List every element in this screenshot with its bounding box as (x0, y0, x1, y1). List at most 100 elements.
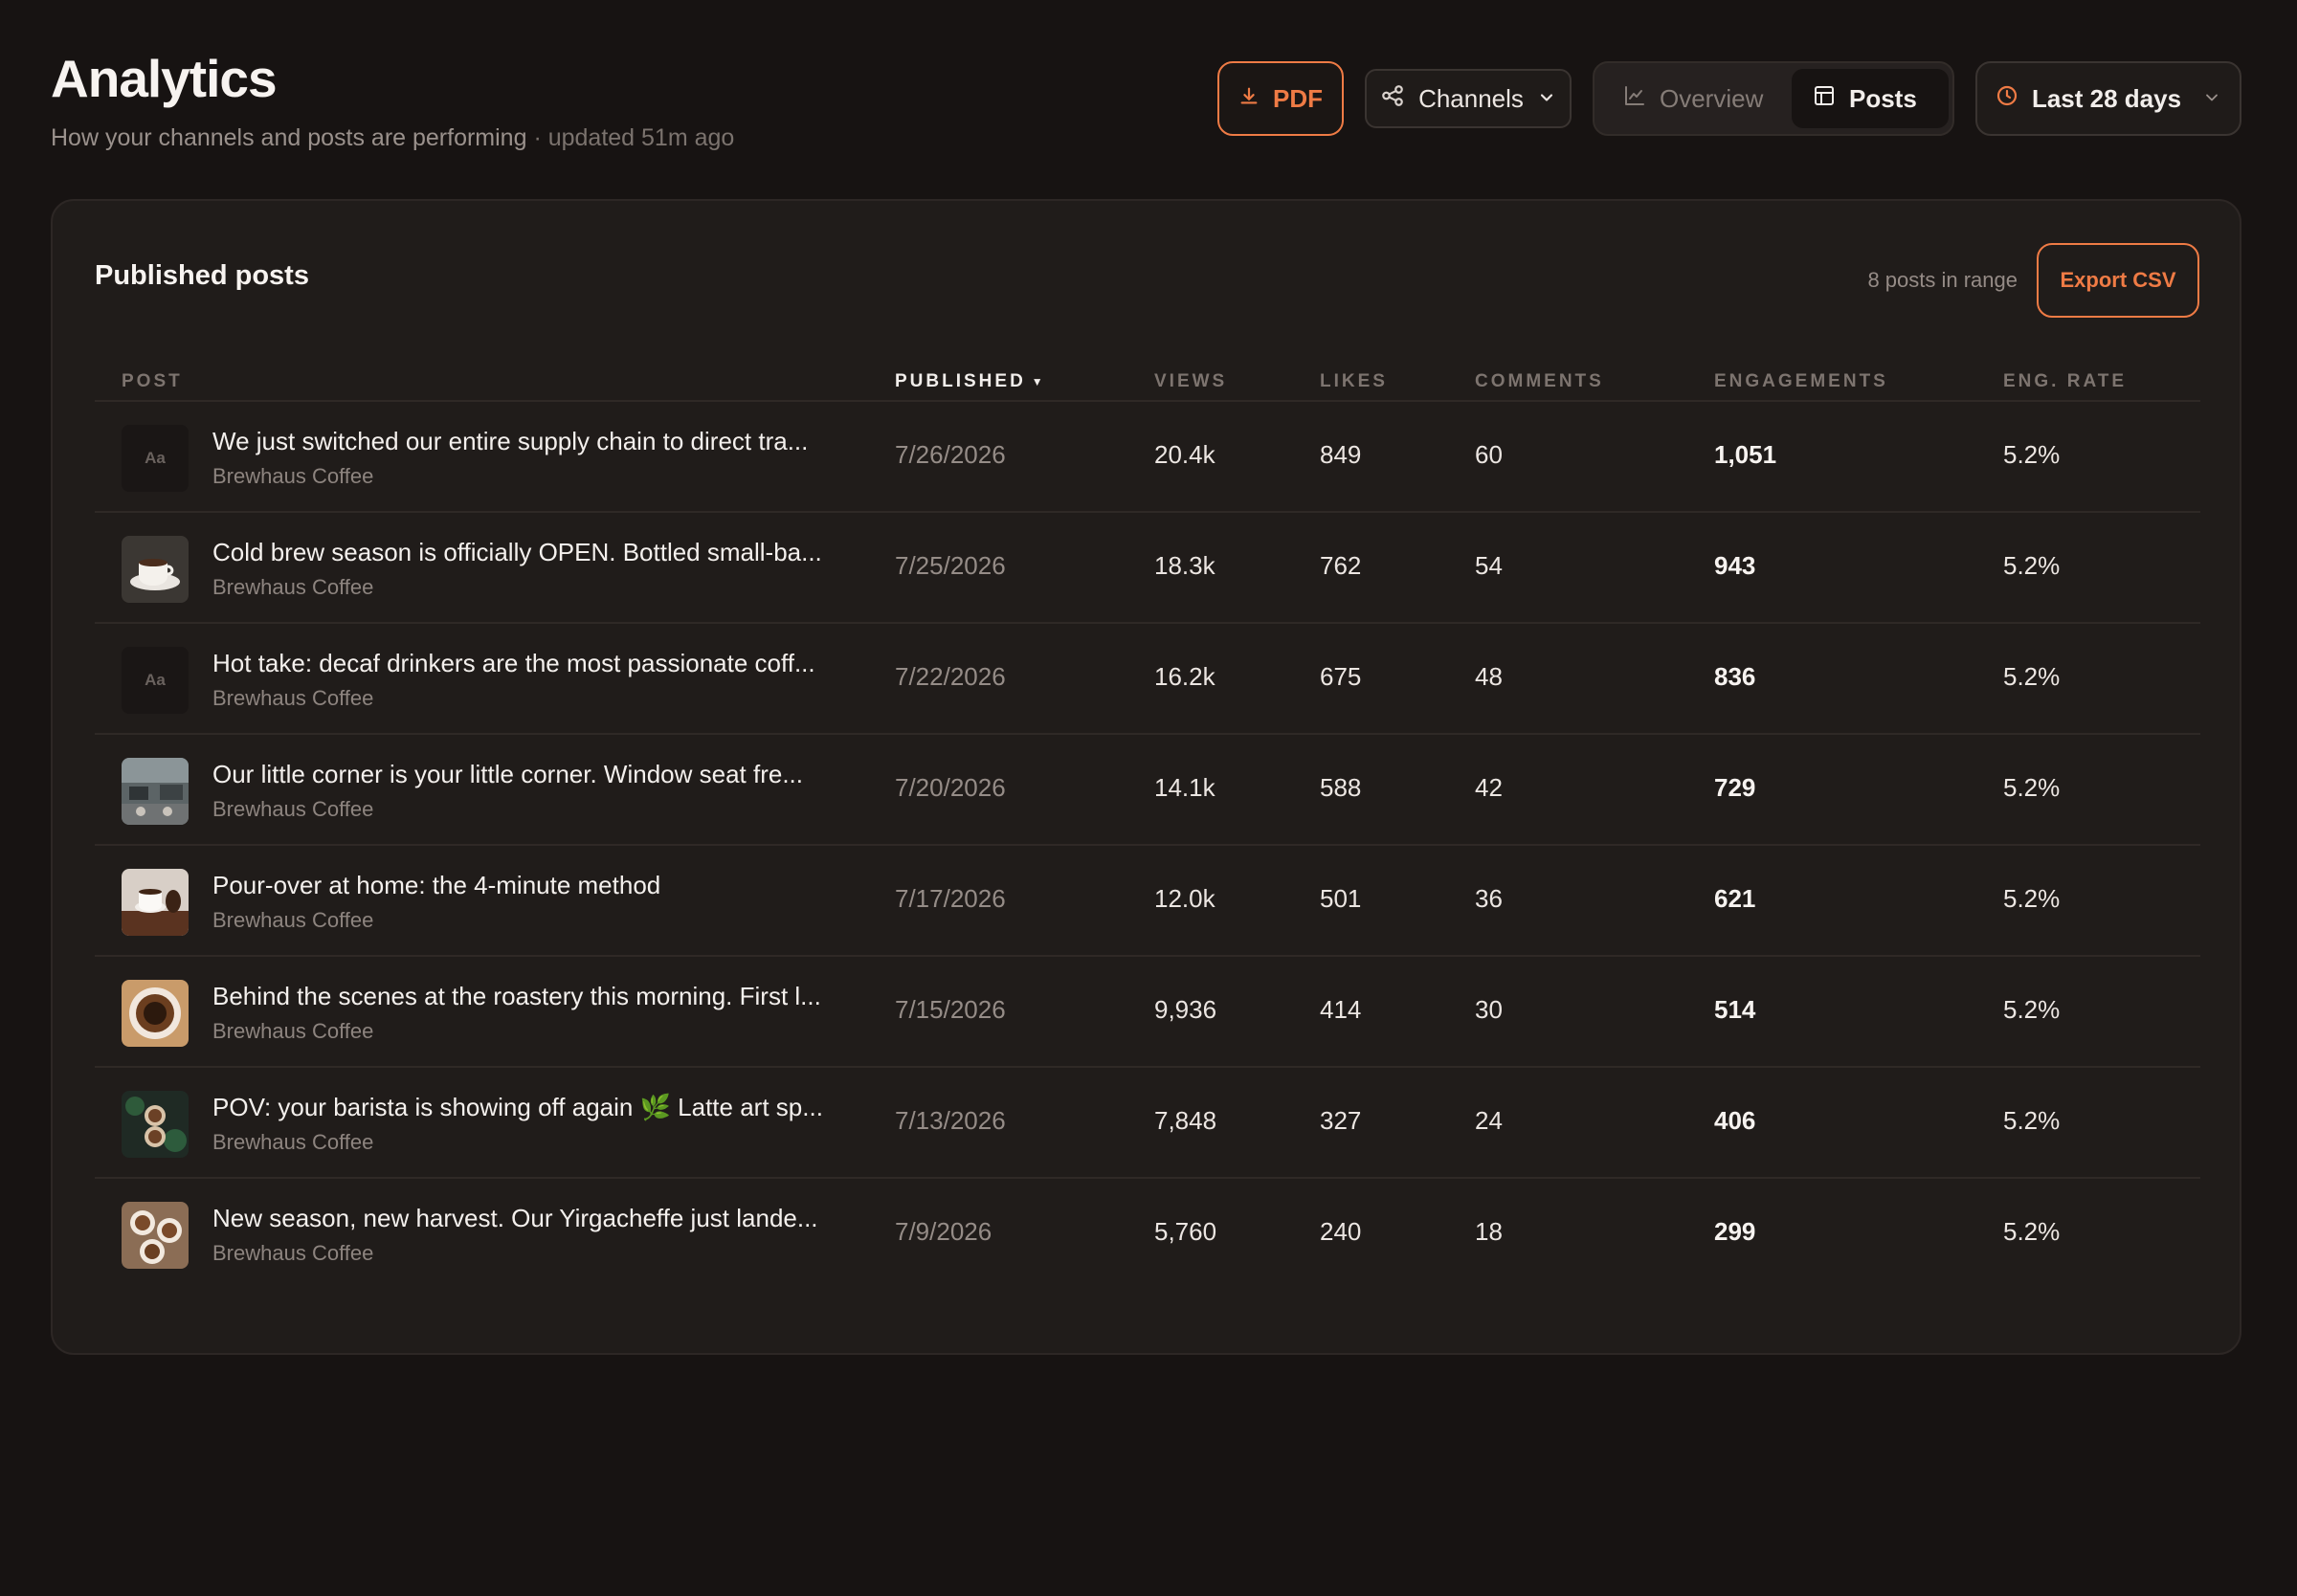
date-range-dropdown[interactable]: Last 28 days (1975, 61, 2241, 136)
table-row[interactable]: Pour-over at home: the 4-minute method B… (95, 846, 2200, 957)
clock-icon (1996, 84, 2018, 114)
channels-dropdown[interactable]: Channels (1365, 69, 1572, 128)
post-info: Behind the scenes at the roastery this m… (212, 982, 882, 1044)
post-account: Brewhaus Coffee (212, 686, 374, 710)
cell-likes: 240 (1320, 1217, 1362, 1246)
post-info: POV: your barista is showing off again 🌿… (212, 1093, 882, 1155)
post-title[interactable]: Behind the scenes at the roastery this m… (212, 982, 873, 1011)
cell-eng-rate: 5.2% (2003, 1106, 2061, 1135)
cell-published: 7/26/2026 (895, 440, 1006, 469)
export-csv-button[interactable]: Export CSV (2037, 243, 2199, 318)
post-account: Brewhaus Coffee (212, 464, 374, 488)
cell-eng-rate: 5.2% (2003, 551, 2061, 580)
cell-comments: 36 (1475, 884, 1503, 913)
cell-views: 16.2k (1154, 662, 1215, 691)
page-title: Analytics (51, 49, 278, 108)
cell-published: 7/15/2026 (895, 995, 1006, 1024)
column-header-likes: LIKES (1320, 371, 1388, 391)
channels-icon (1380, 83, 1405, 115)
post-account: Brewhaus Coffee (212, 1019, 374, 1043)
chevron-down-icon (2202, 84, 2221, 114)
column-header-comments: COMMENTS (1475, 371, 1604, 391)
column-header-published-label: PUBLISHED (895, 371, 1026, 391)
post-title[interactable]: Cold brew season is officially OPEN. Bot… (212, 538, 873, 567)
post-info: Hot take: decaf drinkers are the most pa… (212, 649, 882, 711)
channels-label: Channels (1418, 83, 1524, 113)
tab-posts[interactable]: Posts (1792, 69, 1949, 128)
table-row[interactable]: New season, new harvest. Our Yirgacheffe… (95, 1179, 2200, 1290)
cell-published: 7/22/2026 (895, 662, 1006, 691)
post-title[interactable]: Our little corner is your little corner.… (212, 760, 873, 789)
cell-views: 18.3k (1154, 551, 1215, 580)
cell-likes: 588 (1320, 773, 1362, 802)
cell-comments: 60 (1475, 440, 1503, 469)
line-chart-icon (1623, 84, 1646, 114)
column-header-published[interactable]: PUBLISHED ▼ (895, 371, 1046, 392)
date-range-label: Last 28 days (2031, 83, 2182, 113)
post-thumbnail-image (122, 980, 189, 1047)
cell-views: 12.0k (1154, 884, 1215, 913)
column-header-views: VIEWS (1154, 371, 1228, 391)
cell-comments: 18 (1475, 1217, 1503, 1246)
cell-likes: 414 (1320, 995, 1362, 1024)
cell-views: 14.1k (1154, 773, 1215, 802)
chevron-down-icon (1537, 84, 1556, 114)
cell-views: 7,848 (1154, 1106, 1217, 1135)
card-title: Published posts (95, 260, 309, 291)
cell-published: 7/25/2026 (895, 551, 1006, 580)
cell-engagements: 621 (1714, 884, 1756, 913)
text-post-thumbnail: Aa (122, 425, 189, 492)
table-row[interactable]: Behind the scenes at the roastery this m… (95, 957, 2200, 1068)
published-posts-card: Published posts 8 posts in range Export … (51, 199, 2241, 1355)
post-thumbnail-image (122, 758, 189, 825)
text-post-thumbnail: Aa (122, 647, 189, 714)
cell-published: 7/20/2026 (895, 773, 1006, 802)
cell-engagements: 406 (1714, 1106, 1756, 1135)
download-icon (1238, 84, 1260, 114)
post-thumbnail-image (122, 536, 189, 603)
analytics-page: Analytics How your channels and posts ar… (0, 0, 2297, 1596)
column-header-post: POST (122, 371, 183, 391)
post-thumbnail-image (122, 1202, 189, 1269)
post-title[interactable]: We just switched our entire supply chain… (212, 427, 873, 456)
cell-comments: 24 (1475, 1106, 1503, 1135)
table-row[interactable]: POV: your barista is showing off again 🌿… (95, 1068, 2200, 1179)
post-account: Brewhaus Coffee (212, 1130, 374, 1154)
cell-engagements: 729 (1714, 773, 1756, 802)
tab-overview-label: Overview (1660, 83, 1764, 113)
table-row[interactable]: Our little corner is your little corner.… (95, 735, 2200, 846)
table-row[interactable]: Cold brew season is officially OPEN. Bot… (95, 513, 2200, 624)
view-toggle: Overview Posts (1593, 61, 1954, 136)
pdf-button[interactable]: PDF (1217, 61, 1344, 136)
cell-engagements: 514 (1714, 995, 1756, 1024)
post-account: Brewhaus Coffee (212, 1241, 374, 1265)
cell-published: 7/13/2026 (895, 1106, 1006, 1135)
post-info: Cold brew season is officially OPEN. Bot… (212, 538, 882, 600)
cell-views: 9,936 (1154, 995, 1217, 1024)
post-title[interactable]: Pour-over at home: the 4-minute method (212, 871, 873, 900)
subtitle-text: How your channels and posts are performi… (51, 124, 527, 151)
tab-overview[interactable]: Overview (1602, 69, 1784, 128)
post-title[interactable]: Hot take: decaf drinkers are the most pa… (212, 649, 873, 678)
cell-likes: 501 (1320, 884, 1362, 913)
cell-eng-rate: 5.2% (2003, 662, 2061, 691)
cell-eng-rate: 5.2% (2003, 440, 2061, 469)
post-title[interactable]: POV: your barista is showing off again 🌿… (212, 1093, 873, 1122)
cell-views: 20.4k (1154, 440, 1215, 469)
cell-likes: 327 (1320, 1106, 1362, 1135)
updated-text: · updated 51m ago (526, 124, 735, 151)
post-account: Brewhaus Coffee (212, 908, 374, 932)
cell-views: 5,760 (1154, 1217, 1217, 1246)
cell-engagements: 836 (1714, 662, 1756, 691)
tab-posts-label: Posts (1849, 83, 1917, 113)
cell-published: 7/17/2026 (895, 884, 1006, 913)
post-title[interactable]: New season, new harvest. Our Yirgacheffe… (212, 1204, 873, 1233)
sort-desc-icon: ▼ (1031, 374, 1046, 388)
cell-comments: 48 (1475, 662, 1503, 691)
pdf-label: PDF (1273, 83, 1323, 113)
post-info: Pour-over at home: the 4-minute method B… (212, 871, 882, 933)
cell-likes: 762 (1320, 551, 1362, 580)
table-row[interactable]: Aa Hot take: decaf drinkers are the most… (95, 624, 2200, 735)
table-row[interactable]: Aa We just switched our entire supply ch… (95, 402, 2200, 513)
cell-eng-rate: 5.2% (2003, 884, 2061, 913)
